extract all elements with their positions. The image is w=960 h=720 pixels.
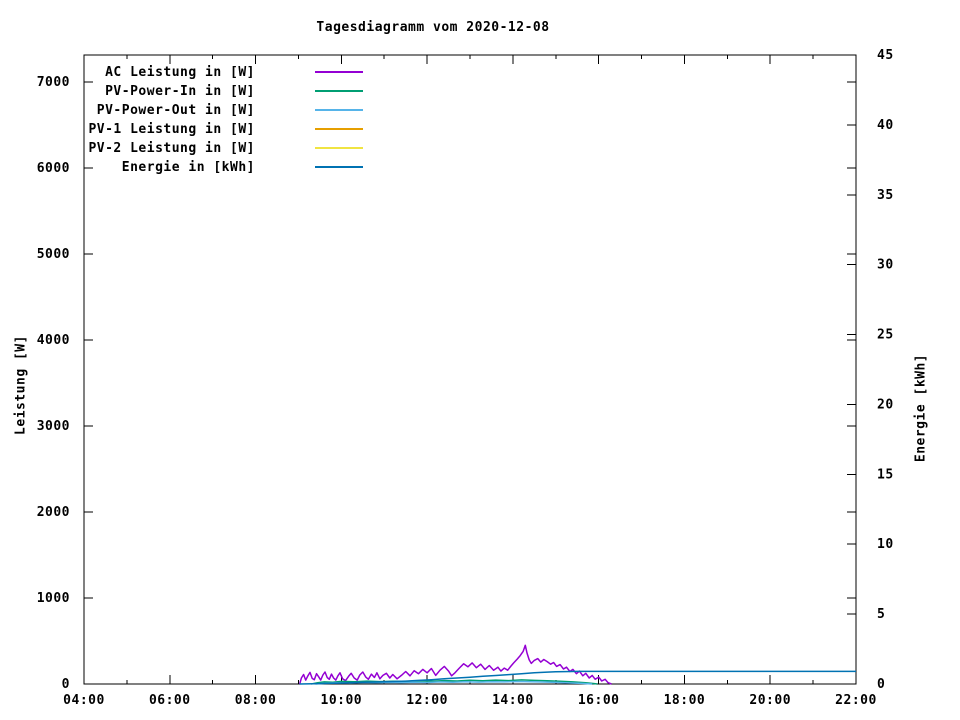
legend-label: Energie in [kWh] [122,160,255,175]
y-right-tick-label: 40 [877,118,894,133]
x-tick-label: 08:00 [235,693,277,708]
x-tick-label: 18:00 [664,693,706,708]
x-tick-label: 10:00 [321,693,363,708]
legend-label: PV-2 Leistung in [W] [88,141,255,156]
legend-label: PV-Power-In in [W] [105,84,255,99]
x-tick-label: 22:00 [835,693,877,708]
legend-label: AC Leistung in [W] [105,65,255,80]
x-tick-label: 04:00 [63,693,105,708]
y-right-tick-label: 35 [877,188,894,203]
x-tick-label: 06:00 [149,693,191,708]
y-left-tick-label: 6000 [37,161,70,176]
y-left-tick-label: 5000 [37,247,70,262]
x-tick-label: 14:00 [492,693,534,708]
y-right-tick-label: 30 [877,258,894,273]
y-left-tick-label: 2000 [37,505,70,520]
y-left-tick-label: 7000 [37,75,70,90]
y-left-tick-label: 3000 [37,419,70,434]
x-tick-label: 16:00 [578,693,620,708]
x-tick-label: 12:00 [406,693,448,708]
legend-label: PV-1 Leistung in [W] [88,122,255,137]
y-right-tick-label: 45 [877,48,894,63]
legend-label: PV-Power-Out in [W] [97,103,255,118]
y-right-tick-label: 5 [877,607,885,622]
plot-area: 04:00 06:00 08:00 10:00 12:00 14:00 16:00 18:00… [37,48,894,708]
x-tick-label: 20:00 [749,693,791,708]
y-right-tick-label: 25 [877,328,894,343]
y-right-tick-label: 15 [877,467,894,482]
gnuplot-chart: Tagesdiagramm vom 2020-12-08 Leistung [W… [0,0,960,720]
y-right-tick-label: 20 [877,397,894,412]
y-left-tick-label: 4000 [37,333,70,348]
y-right-tick-label: 10 [877,537,894,552]
y-left-tick-label: 0 [62,677,70,692]
y-right-tick-label: 0 [877,677,885,692]
y-left-tick-label: 1000 [37,591,70,606]
